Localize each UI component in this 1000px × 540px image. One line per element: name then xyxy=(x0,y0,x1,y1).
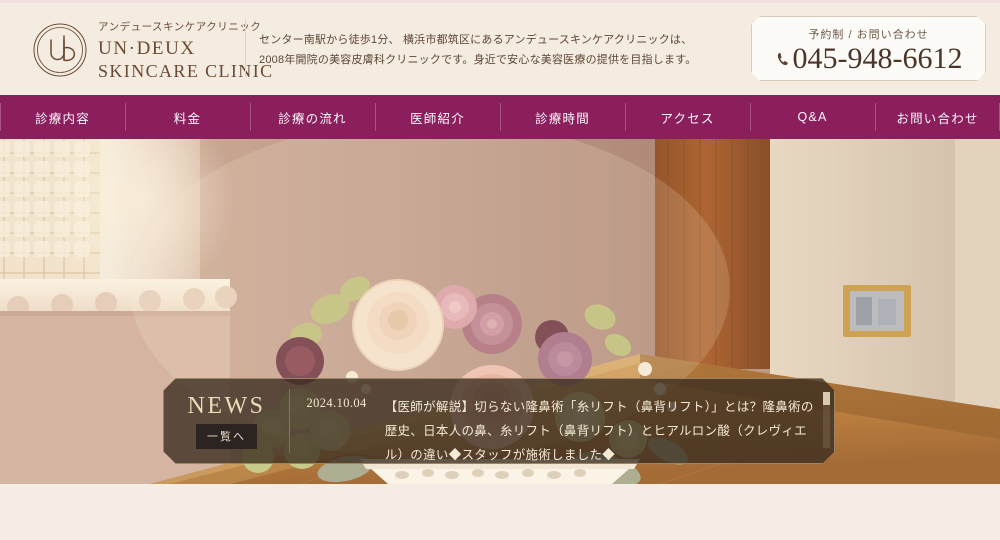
brand-en-line2: SKINCARE CLINIC xyxy=(98,61,274,81)
news-scrollbar-thumb[interactable] xyxy=(823,392,830,405)
site-header: アンデュースキンケアクリニック UN·DEUX SKINCARE CLINIC … xyxy=(0,3,1000,95)
news-header-block: NEWS 一覧へ xyxy=(164,379,289,449)
news-panel: NEWS 一覧へ 2024.10.04 【医師が解説】切らない隆鼻術「糸リフト（… xyxy=(163,378,835,464)
news-scrollbar[interactable] xyxy=(823,392,830,448)
clinic-homepage: アンデュースキンケアクリニック UN·DEUX SKINCARE CLINIC … xyxy=(0,0,1000,540)
clinic-description-line1: センター南駅から徒歩1分、 横浜市都筑区にあるアンデュースキンケアクリニックは、 xyxy=(259,34,693,46)
nav-item-ryokin[interactable]: 料金 xyxy=(125,95,250,139)
nav-item-shinryo-jikan[interactable]: 診療時間 xyxy=(500,95,625,139)
nav-item-otoiawase[interactable]: お問い合わせ xyxy=(875,95,1000,139)
phone-number: 045-948-6612 xyxy=(792,42,963,75)
nav-item-qa[interactable]: Q&A xyxy=(750,95,875,139)
news-date: 2024.10.04 xyxy=(306,396,367,410)
brand-text-block: アンデュースキンケアクリニック UN·DEUX SKINCARE CLINIC xyxy=(98,17,274,82)
phone-handset-icon xyxy=(775,48,792,70)
phone-contact-box[interactable]: 予約制 / お問い合わせ 045-948-6612 xyxy=(751,16,986,81)
phone-number-row: 045-948-6612 xyxy=(752,43,985,75)
below-hero-section xyxy=(0,484,1000,540)
ud-monogram-circle-logo xyxy=(32,22,88,78)
clinic-description: センター南駅から徒歩1分、 横浜市都筑区にあるアンデュースキンケアクリニックは、… xyxy=(259,30,696,70)
header-divider xyxy=(245,19,246,77)
news-list-button[interactable]: 一覧へ xyxy=(196,424,257,449)
news-headline-link[interactable]: 【医師が解説】切らない隆鼻術「糸リフト（鼻背リフト）」とは？隆鼻術の歴史、日本人… xyxy=(385,395,820,463)
main-navigation: 診療内容 料金 診療の流れ 医師紹介 診療時間 アクセス Q&A お問い合わせ xyxy=(0,95,1000,139)
nav-item-shinryo-nagare[interactable]: 診療の流れ xyxy=(250,95,375,139)
brand-en-line1: UN·DEUX xyxy=(98,38,196,59)
news-content: 2024.10.04 【医師が解説】切らない隆鼻術「糸リフト（鼻背リフト）」とは… xyxy=(289,379,834,463)
news-title: NEWS xyxy=(187,393,266,419)
clinic-description-line2: 2008年開院の美容皮膚科クリニックです。身近で安心な美容医療の提供を目指します… xyxy=(259,54,697,66)
brand-kana: アンデュースキンケアクリニック xyxy=(98,21,262,33)
brand-logo-link[interactable]: アンデュースキンケアクリニック UN·DEUX SKINCARE CLINIC xyxy=(32,17,274,82)
nav-item-ishi-shokai[interactable]: 医師紹介 xyxy=(375,95,500,139)
phone-label: 予約制 / お問い合わせ xyxy=(808,29,929,41)
nav-item-access[interactable]: アクセス xyxy=(625,95,750,139)
nav-item-shinryo-naiyo[interactable]: 診療内容 xyxy=(0,95,125,139)
